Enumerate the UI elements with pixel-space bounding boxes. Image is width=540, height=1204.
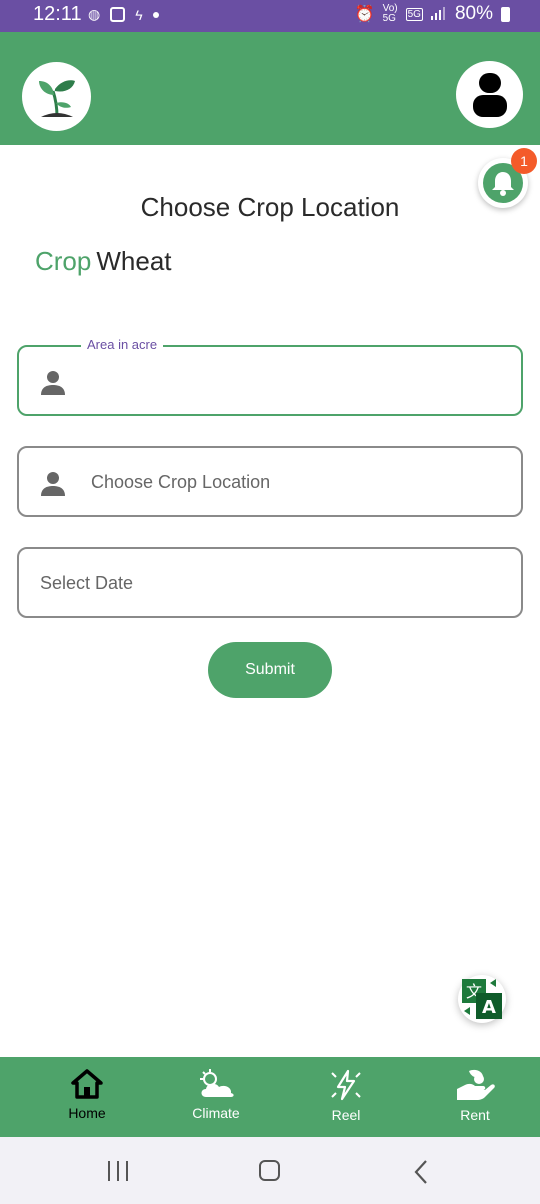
gallery-icon: [110, 7, 126, 22]
select-date-field[interactable]: Select Date: [17, 547, 523, 618]
crop-label: Crop: [35, 246, 92, 276]
crop-location-placeholder: Choose Crop Location: [91, 472, 271, 492]
network-5g-icon: 5G: [405, 7, 423, 21]
system-navigation-bar: [0, 1137, 540, 1204]
nav-home[interactable]: Home: [32, 1069, 142, 1121]
app-logo[interactable]: [22, 62, 91, 131]
profile-avatar[interactable]: [456, 61, 523, 128]
translate-icon: 文 A: [462, 979, 502, 1019]
crop-info: Crop Wheat: [35, 246, 172, 277]
status-time: 12:11: [33, 3, 82, 25]
status-notification-icons: ◍ ϟ: [88, 6, 159, 23]
area-input[interactable]: [91, 365, 501, 399]
svg-text:A: A: [482, 997, 496, 1018]
alarm-icon: ⏰: [354, 6, 375, 23]
notification-badge: 1: [511, 148, 537, 174]
person-icon: [40, 470, 66, 501]
submit-button[interactable]: Submit: [208, 642, 332, 698]
nav-rent[interactable]: Rent: [420, 1069, 530, 1123]
person-icon: [40, 369, 66, 400]
volte-icon: Vo) 5G: [382, 3, 398, 24]
page-title: Choose Crop Location: [140, 192, 400, 222]
area-field-label: Area in acre: [81, 337, 164, 352]
sprout-icon: [38, 79, 75, 117]
system-back-button[interactable]: [413, 1159, 429, 1190]
hand-icon: [457, 1069, 495, 1100]
nav-home-label: Home: [68, 1105, 106, 1121]
status-right: ⏰ Vo) 5G 5G 80%: [355, 3, 510, 25]
bottom-navigation: Home Climate Reel Rent: [0, 1057, 540, 1137]
select-date-placeholder: Select Date: [40, 573, 134, 593]
translate-button[interactable]: 文 A: [458, 975, 506, 1023]
battery-percent: 80%: [454, 3, 493, 24]
crop-location-field[interactable]: Choose Crop Location: [17, 446, 523, 517]
battery-icon: [501, 6, 510, 22]
user-avatar-icon: [472, 72, 507, 117]
nav-climate[interactable]: Climate: [161, 1069, 271, 1121]
status-bar: 12:11 ◍ ϟ ⏰ Vo) 5G 5G 80%: [0, 0, 540, 32]
more-dot-icon: [152, 11, 159, 18]
crop-value: Wheat: [96, 246, 172, 276]
lightning-icon: [331, 1069, 361, 1101]
system-home-button[interactable]: [259, 1160, 280, 1181]
nav-climate-label: Climate: [192, 1105, 240, 1121]
flash-icon: ϟ: [135, 6, 143, 23]
cloud-sun-icon: [200, 1069, 234, 1097]
app-header: [0, 32, 540, 145]
back-chevron-icon: [414, 1160, 427, 1184]
area-field[interactable]: Area in acre: [17, 337, 523, 416]
home-icon: [71, 1069, 103, 1099]
recent-apps-button[interactable]: [108, 1161, 128, 1181]
nav-rent-label: Rent: [460, 1107, 490, 1123]
signal-icon: [430, 6, 447, 23]
nav-reel[interactable]: Reel: [291, 1069, 401, 1123]
app-notification-icon: ◍: [88, 6, 101, 22]
nav-reel-label: Reel: [331, 1107, 361, 1123]
